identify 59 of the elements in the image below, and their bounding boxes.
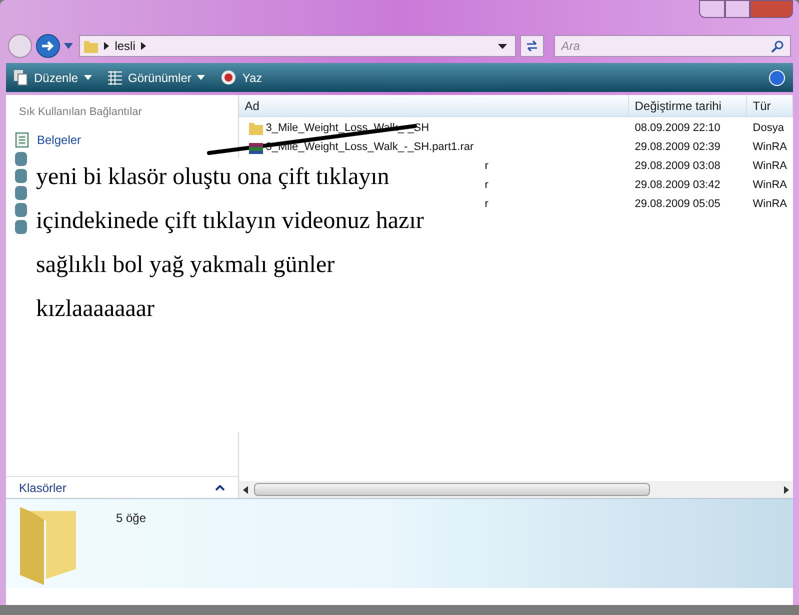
address-bar[interactable]: lesli xyxy=(78,35,516,57)
caret-icon xyxy=(84,75,92,80)
file-name: r xyxy=(484,178,488,194)
note-line: sağlıklı bol yağ yakmalı günler xyxy=(36,251,336,280)
folders-toggle[interactable]: Klasörler xyxy=(19,478,66,496)
caret-icon xyxy=(197,75,206,80)
search-icon[interactable] xyxy=(770,40,784,52)
grid-icon xyxy=(108,70,122,84)
archive-icon xyxy=(248,141,263,154)
type-cell: WinRA xyxy=(752,141,787,154)
refresh-button[interactable] xyxy=(520,35,544,57)
note-line: yeni bi klasör oluştu ona çift tıklayın xyxy=(36,163,390,192)
forward-button[interactable] xyxy=(36,34,60,58)
file-name: r xyxy=(484,159,488,174)
toolbar-button[interactable]: Yaz xyxy=(221,68,262,86)
sidebar-icon[interactable] xyxy=(15,186,27,200)
date-cell: 29.08.2009 03:42 xyxy=(634,179,720,192)
minimize-button[interactable] xyxy=(699,0,725,18)
date-cell: 29.08.2009 05:05 xyxy=(634,198,720,210)
toolbar-button[interactable]: Düzenle xyxy=(14,68,92,86)
folder-icon xyxy=(84,40,98,52)
date-cell: 08.09.2009 22:10 xyxy=(634,122,720,134)
sidebar-icon[interactable] xyxy=(15,220,27,234)
pages-icon xyxy=(14,70,28,86)
maximize-button[interactable] xyxy=(725,0,750,18)
date-cell: 29.08.2009 03:08 xyxy=(634,160,720,172)
dropdown-caret-icon[interactable] xyxy=(498,44,508,48)
arrow-icon xyxy=(40,40,55,52)
note-line: içindekinede çift tıklayın videonuz hazır xyxy=(36,207,425,236)
type-cell: WinRA xyxy=(752,179,787,192)
sidebar-icon[interactable] xyxy=(15,152,27,166)
sidebar-heading: Sık Kullanılan Bağlantılar xyxy=(18,105,143,120)
column-header[interactable]: Ad xyxy=(244,96,260,114)
collapse-chevron-icon[interactable] xyxy=(214,484,225,490)
disc-icon xyxy=(221,70,236,85)
note-line: kızlaaaaaaar xyxy=(36,295,156,324)
file-name: r xyxy=(484,197,488,212)
horizontal-scrollbar[interactable] xyxy=(238,481,793,498)
sidebar-icon[interactable] xyxy=(15,202,27,216)
scroll-left-icon[interactable] xyxy=(242,486,248,494)
refresh-icon xyxy=(525,40,540,52)
type-cell: Dosya xyxy=(752,122,784,134)
breadcrumb-arrow-icon[interactable] xyxy=(141,42,146,50)
help-button[interactable] xyxy=(769,70,785,86)
sidebar-icon[interactable] xyxy=(15,168,27,182)
type-cell: WinRA xyxy=(752,198,787,210)
breadcrumb-arrow-icon[interactable] xyxy=(104,42,109,50)
column-header[interactable]: Değiştirme tarihi xyxy=(634,96,722,114)
scroll-right-icon[interactable] xyxy=(784,486,789,494)
breadcrumb-folder[interactable]: lesli xyxy=(114,37,136,55)
document-icon xyxy=(15,132,29,148)
type-cell: WinRA xyxy=(752,160,787,172)
item-count: 5 öğe xyxy=(116,510,146,527)
column-header[interactable]: Tür xyxy=(752,96,771,114)
toolbar-button[interactable]: Görünümler xyxy=(108,68,206,86)
sidebar-link[interactable]: Belgeler xyxy=(15,130,238,148)
date-cell: 29.08.2009 02:39 xyxy=(634,141,720,154)
scrollbar-thumb[interactable] xyxy=(254,483,650,496)
folder-icon xyxy=(248,122,263,135)
